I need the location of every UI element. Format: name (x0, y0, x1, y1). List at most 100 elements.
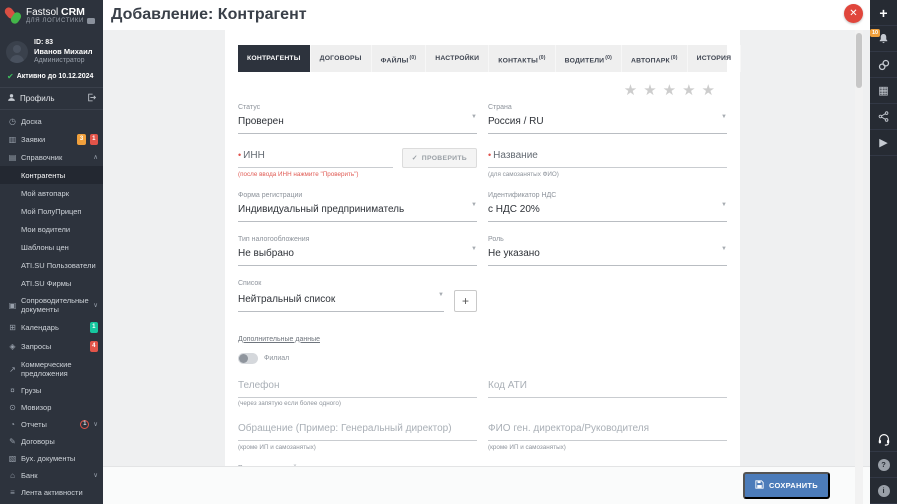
sidebar-item-moy-polupritsep[interactable]: Мой ПолуПрицеп (0, 202, 103, 220)
salutation-field: Обращение (Пример: Генеральный директор)… (238, 421, 477, 451)
sidebar-item-gruzy[interactable]: ¤ Грузы (0, 382, 103, 399)
toolbar-info[interactable]: i (870, 478, 897, 504)
user-name: Иванов Михаил (34, 47, 93, 56)
tab-istoriya[interactable]: ИСТОРИЯ (688, 45, 742, 73)
toolbar-run[interactable]: ▶ (870, 130, 897, 156)
tab-kontragenty[interactable]: КОНТРАГЕНТЫ (238, 45, 311, 73)
sidebar-item-zaprosy[interactable]: ◈ Запросы 4 (0, 337, 103, 356)
list-select[interactable]: Нейтральный список ▼ (238, 292, 444, 312)
scrollbar-thumb[interactable] (856, 33, 862, 88)
brand-suffix: CRM (61, 6, 85, 18)
sidebar-item-atisu-firmy[interactable]: ATI.SU Фирмы (0, 274, 103, 292)
status-select[interactable]: Проверен ▼ (238, 114, 477, 135)
role-field[interactable]: Роль Не указано ▼ (488, 236, 727, 266)
add-list-button[interactable]: + (454, 289, 477, 312)
sidebar-item-spravochnik[interactable]: ▤ Справочник ∧ (0, 149, 103, 166)
star-icon[interactable]: ★ (663, 82, 676, 99)
tax-type-select[interactable]: Не выбрано ▼ (238, 246, 477, 266)
sidebar-item-moi-voditeli[interactable]: Мои водители (0, 220, 103, 238)
sidebar-item-label: Грузы (21, 386, 42, 395)
soprovoditelnye-dokumenty-icon: ▣ (8, 300, 17, 310)
sidebar-item-zayavki[interactable]: ▥ Заявки 3 1 (0, 130, 103, 149)
sidebar-item-label: Отчеты (21, 420, 47, 429)
sidebar-item-label: Лента активности (21, 488, 83, 497)
toolbar-share[interactable] (870, 104, 897, 130)
inn-input[interactable]: • ИНН (238, 148, 393, 169)
tab-kontakty[interactable]: КОНТАКТЫ(0) (489, 45, 556, 73)
sidebar-item-shablony-tsen[interactable]: Шаблоны цен (0, 238, 103, 256)
country-field[interactable]: Страна Россия / RU ▼ (488, 104, 727, 135)
modal-header: Добавление: Контрагент ✕ (103, 0, 870, 30)
sidebar-item-kontragenty[interactable]: Контрагенты (0, 166, 103, 184)
tab-count: (0) (409, 55, 417, 61)
sidebar-item-label: Доска (21, 117, 42, 126)
count-badge: 3 (77, 134, 86, 145)
tab-fayly[interactable]: ФАЙЛЫ(0) (372, 45, 427, 73)
vat-select[interactable]: с НДС 20% ▼ (488, 202, 727, 222)
sidebar-item-label: Шаблоны цен (21, 242, 69, 252)
toolbar-calculator[interactable]: ▦ (870, 78, 897, 104)
user-block: ID: 83 Иванов Михаил Администратор (0, 32, 103, 69)
tab-label: ИСТОРИЯ (696, 55, 732, 62)
verify-inn-button[interactable]: ✓ ПРОВЕРИТЬ (401, 148, 477, 169)
branch-toggle[interactable] (238, 352, 258, 364)
tab-voditeli[interactable]: ВОДИТЕЛИ(0) (556, 45, 622, 73)
tab-label: ДОГОВОРЫ (319, 55, 362, 62)
close-icon[interactable]: ✕ (844, 4, 863, 23)
empty-cell (488, 280, 727, 312)
save-button[interactable]: СОХРАНИТЬ (742, 472, 830, 499)
sidebar-item-buh-dokumenty[interactable]: ▧ Бух. документы (0, 450, 103, 467)
sidebar-item-otchety[interactable]: ◔ Отчеты 1 ∨ (0, 416, 103, 433)
sidebar-item-soprovoditelnye-dokumenty[interactable]: ▣ Сопроводительные документы ∨ (0, 292, 103, 318)
sidebar-item-kommercheskie-predlozheniya[interactable]: ↗ Коммерческие предложения (0, 356, 103, 382)
sidebar-item-dogovory[interactable]: ✎ Договоры (0, 433, 103, 450)
toolbar-add[interactable]: + (870, 0, 897, 26)
star-icon[interactable]: ★ (702, 82, 715, 99)
director-input[interactable]: ФИО ген. директора/Руководителя (488, 421, 727, 442)
count-badge: 1 (89, 134, 98, 145)
sidebar-item-label: Бух. документы (21, 454, 76, 463)
toolbar-links[interactable] (870, 52, 897, 78)
toolbar-help[interactable]: ? (870, 452, 897, 478)
share-icon (878, 111, 889, 122)
sidebar-item-bank[interactable]: ⌂ Банк ∨ (0, 467, 103, 484)
vat-field[interactable]: Идентификатор НДС с НДС 20% ▼ (488, 192, 727, 222)
sidebar-item-label: Заявки (21, 135, 46, 144)
sidebar-item-atisu-polzovateli[interactable]: ATI.SU Пользователи (0, 256, 103, 274)
ati-code-input[interactable]: Код АТИ (488, 378, 727, 398)
sidebar-item-lenta-aktivnosti[interactable]: ≡ Лента активности (0, 484, 103, 501)
page-title: Добавление: Контрагент (111, 6, 307, 23)
chevron-up-icon: ∧ (93, 154, 98, 161)
toolbar-support[interactable] (870, 426, 897, 452)
vertical-scrollbar[interactable] (855, 30, 863, 504)
country-select[interactable]: Россия / RU ▼ (488, 114, 727, 135)
sidebar-item-movizor[interactable]: ⊙ Мовизор (0, 399, 103, 416)
main-area: Добавление: Контрагент ✕ КОНТРАГЕНТЫ ДОГО… (103, 0, 870, 504)
toolbar-notifications[interactable]: 10 (870, 26, 897, 52)
registration-form-field[interactable]: Форма регистрации Индивидуальный предпри… (238, 192, 477, 222)
star-icon[interactable]: ★ (682, 82, 695, 99)
tab-nastroyki[interactable]: НАСТРОЙКИ (426, 45, 490, 73)
chevron-down-icon: ▼ (471, 114, 477, 121)
sidebar-item-profile[interactable]: Профиль (0, 87, 103, 110)
registration-form-select[interactable]: Индивидуальный предприниматель ▼ (238, 202, 477, 222)
country-label: Страна (488, 104, 512, 112)
sidebar-item-kalendar[interactable]: ⊞ Календарь 1 (0, 318, 103, 337)
logout-icon[interactable] (87, 93, 97, 104)
gruzy-icon: ¤ (10, 386, 15, 395)
role-select[interactable]: Не указано ▼ (488, 246, 727, 266)
tab-avtopark[interactable]: АВТОПАРК(0) (622, 45, 688, 73)
sidebar-item-moy-avtopark[interactable]: Мой автопарк (0, 184, 103, 202)
salutation-input[interactable]: Обращение (Пример: Генеральный директор) (238, 421, 477, 442)
tab-dogovory[interactable]: ДОГОВОРЫ (311, 45, 372, 73)
logo-text: Fastsol CRM ДЛЯ ЛОГИСТИКИ (26, 7, 95, 24)
tax-type-field[interactable]: Тип налогообложения Не выбрано ▼ (238, 236, 477, 266)
name-input[interactable]: • Название (488, 148, 727, 169)
sidebar-item-doska[interactable]: ◷ Доска (0, 113, 103, 130)
phone-input[interactable]: Телефон (238, 378, 477, 398)
status-field[interactable]: Статус Проверен ▼ (238, 104, 477, 135)
star-icon[interactable]: ★ (624, 82, 637, 99)
check-icon: ✓ (411, 155, 418, 163)
star-icon[interactable]: ★ (643, 82, 656, 99)
sidebar-item-label: Контрагенты (21, 170, 66, 180)
